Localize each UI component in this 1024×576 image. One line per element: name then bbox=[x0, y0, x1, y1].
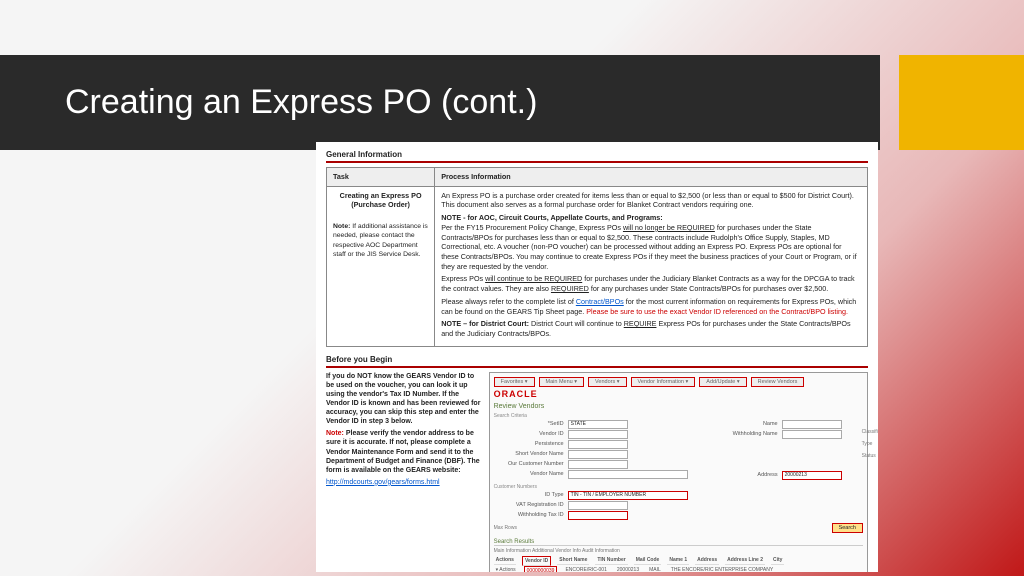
input-vatreg[interactable] bbox=[568, 501, 628, 510]
tab-vendor-info[interactable]: Vendor Information ▾ bbox=[631, 377, 696, 387]
cust-numbers-label: Customer Numbers bbox=[494, 484, 688, 490]
row-name1: THE ENCORE/RIC ENTERPRISE COMPANY bbox=[669, 566, 775, 572]
input-withname[interactable] bbox=[782, 430, 842, 439]
results-data-row[interactable]: ▾ Actions 0000000039 ENCORE/RIC-001 2000… bbox=[494, 566, 863, 572]
process-cell: An Express PO is a purchase order create… bbox=[435, 186, 868, 346]
process-p5: NOTE – for District Court: District Cour… bbox=[441, 319, 861, 338]
task-name: Creating an Express PO (Purchase Order) bbox=[333, 191, 428, 210]
p3u: will continue to be REQUIRED bbox=[485, 274, 582, 283]
oracle-logo: ORACLE bbox=[494, 389, 863, 399]
lbl-classif: Classification bbox=[862, 429, 878, 435]
p5u: REQUIRE bbox=[624, 319, 657, 328]
p3c: for any purchases under State Contracts/… bbox=[589, 284, 828, 293]
max-rows-label: Max Rows bbox=[494, 525, 517, 531]
lbl-status: Status bbox=[862, 453, 878, 459]
process-p3: Express POs will continue to be REQUIRED… bbox=[441, 274, 861, 293]
input-ourcust[interactable] bbox=[568, 460, 628, 469]
p3a: Express POs bbox=[441, 274, 485, 283]
col-tin: TIN Number bbox=[595, 556, 627, 565]
task-cell: Creating an Express PO (Purchase Order) … bbox=[327, 186, 435, 346]
oracle-breadcrumb: Favorites ▾ Main Menu ▾ Vendors ▾ Vendor… bbox=[494, 377, 863, 387]
col-vendorid: Vendor ID bbox=[522, 556, 551, 566]
results-tabs[interactable]: Main Information Additional Vendor Info … bbox=[494, 548, 863, 554]
search-results-heading: Search Results bbox=[494, 539, 863, 546]
note-label: Note: bbox=[333, 223, 350, 230]
lbl-ourcust: Our Customer Number bbox=[494, 461, 564, 467]
lbl-withname: Withholding Name bbox=[708, 431, 778, 437]
results-header-row: Actions Vendor ID Short Name TIN Number … bbox=[494, 556, 863, 566]
oracle-screenshot: Favorites ▾ Main Menu ▾ Vendors ▾ Vendor… bbox=[489, 372, 868, 572]
process-p2-bold: NOTE - for AOC, Circuit Courts, Appellat… bbox=[441, 213, 663, 222]
p5a: District Court will continue to bbox=[529, 319, 624, 328]
row-short: ENCORE/RIC-001 bbox=[563, 566, 608, 572]
col-addr2: Address Line 2 bbox=[725, 556, 765, 565]
p3u2: REQUIRED bbox=[551, 284, 589, 293]
col-mail: Mail Code bbox=[634, 556, 662, 565]
before-note-label: Note: bbox=[326, 430, 344, 437]
task-header: Task bbox=[327, 168, 435, 187]
lbl-setid: *SetID bbox=[494, 421, 564, 427]
tab-favorites[interactable]: Favorites ▾ bbox=[494, 377, 535, 387]
input-shortname[interactable] bbox=[568, 450, 628, 459]
before-note-text: Please verify the vendor address to be s… bbox=[326, 430, 480, 473]
input-setid[interactable]: STATE bbox=[568, 420, 628, 429]
col-name1: Name 1 bbox=[667, 556, 689, 565]
p2u: will no longer be REQUIRED bbox=[623, 223, 715, 232]
row-tin: 20000213 bbox=[615, 566, 641, 572]
lbl-name: Name bbox=[708, 421, 778, 427]
lbl-address: Address bbox=[708, 472, 778, 478]
before-you-begin-heading: Before you Begin bbox=[326, 355, 868, 368]
slide-title: Creating an Express PO (cont.) bbox=[65, 83, 537, 122]
input-address[interactable]: 20000213 bbox=[782, 471, 842, 480]
process-p4: Please always refer to the complete list… bbox=[441, 297, 861, 316]
tab-add-update[interactable]: Add/Update ▾ bbox=[699, 377, 746, 387]
contract-bpo-link[interactable]: Contract/BPOs bbox=[576, 297, 624, 306]
input-withtax[interactable] bbox=[568, 511, 628, 520]
col-actions: Actions bbox=[494, 556, 516, 565]
general-info-heading: General Information bbox=[326, 150, 868, 163]
document-content: General Information Task Process Informa… bbox=[316, 142, 878, 572]
gears-forms-link[interactable]: http://mdcourts.gov/gears/forms.html bbox=[326, 479, 440, 486]
col-addr: Address bbox=[695, 556, 719, 565]
lbl-persist: Persistence bbox=[494, 441, 564, 447]
accent-block bbox=[899, 55, 1024, 150]
lbl-vendorid: Vendor ID bbox=[494, 431, 564, 437]
tab-main-menu[interactable]: Main Menu ▾ bbox=[539, 377, 585, 387]
p2a: Per the FY15 Procurement Policy Change, … bbox=[441, 223, 623, 232]
input-vendname[interactable] bbox=[568, 470, 688, 479]
input-vendorid[interactable] bbox=[568, 430, 628, 439]
tab-vendors[interactable]: Vendors ▾ bbox=[588, 377, 626, 387]
lbl-shortname: Short Vendor Name bbox=[494, 451, 564, 457]
before-p2: Note: Please verify the vendor address t… bbox=[326, 429, 481, 474]
before-you-begin-row: If you do NOT know the GEARS Vendor ID t… bbox=[326, 372, 868, 572]
before-p1: If you do NOT know the GEARS Vendor ID t… bbox=[326, 372, 481, 427]
lbl-idtype: ID Type bbox=[494, 492, 564, 498]
before-instructions: If you do NOT know the GEARS Vendor ID t… bbox=[326, 372, 481, 572]
input-persist[interactable] bbox=[568, 440, 628, 449]
col-city: City bbox=[771, 556, 784, 565]
lbl-vendname: Vendor Name bbox=[494, 471, 564, 477]
oracle-section-title: Review Vendors bbox=[494, 403, 863, 410]
process-p1: An Express PO is a purchase order create… bbox=[441, 191, 861, 210]
row-actions[interactable]: ▾ Actions bbox=[494, 566, 518, 572]
row-vendorid[interactable]: 0000000039 bbox=[524, 566, 558, 572]
search-button[interactable]: Search bbox=[832, 523, 863, 533]
p4a: Please always refer to the complete list… bbox=[441, 297, 576, 306]
p4red: Please be sure to use the exact Vendor I… bbox=[586, 307, 848, 316]
col-short: Short Name bbox=[557, 556, 589, 565]
lbl-withtax: Withholding Tax ID bbox=[494, 512, 564, 518]
input-name[interactable] bbox=[782, 420, 842, 429]
tab-review-vendors[interactable]: Review Vendors bbox=[751, 377, 805, 387]
p5bold: NOTE – for District Court: bbox=[441, 319, 529, 328]
process-header: Process Information bbox=[435, 168, 868, 187]
lbl-vatreg: VAT Registration ID bbox=[494, 502, 564, 508]
input-idtype[interactable]: TIN - TIN / EMPLOYER NUMBER bbox=[568, 491, 688, 500]
row-mail: MAIL bbox=[647, 566, 663, 572]
general-info-table: Task Process Information Creating an Exp… bbox=[326, 167, 868, 347]
process-p2: NOTE - for AOC, Circuit Courts, Appellat… bbox=[441, 213, 861, 271]
title-bar: Creating an Express PO (cont.) bbox=[0, 55, 880, 150]
task-note: Note: If additional assistance is needed… bbox=[333, 222, 428, 259]
